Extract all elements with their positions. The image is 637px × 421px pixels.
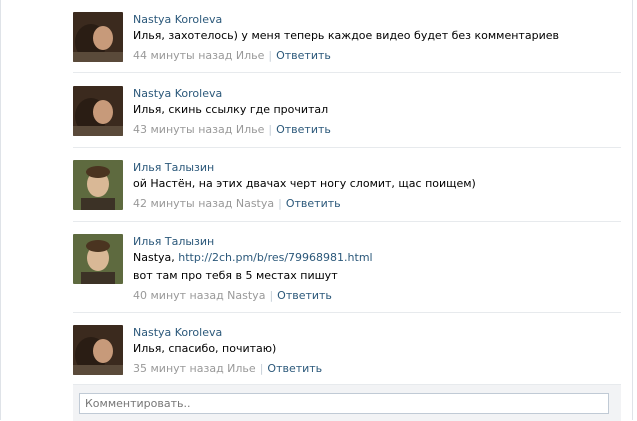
comment-author[interactable]: Nastya Koroleva <box>133 325 621 340</box>
comment-meta: 35 минут назад Илье | Ответить <box>133 361 621 377</box>
comment-author[interactable]: Илья Талызин <box>133 160 621 175</box>
reply-link[interactable]: Ответить <box>276 123 331 136</box>
divider <box>73 72 621 73</box>
comment-meta: 40 минут назад Nastya | Ответить <box>133 288 621 304</box>
comment-time[interactable]: 44 минуты назад Илье <box>133 49 264 62</box>
separator: | <box>269 289 274 302</box>
avatar[interactable] <box>73 234 123 284</box>
divider <box>73 147 621 148</box>
separator: | <box>278 197 282 210</box>
comment-text-prefix: Nastya, <box>133 251 179 264</box>
reply-link[interactable]: Ответить <box>267 362 322 375</box>
divider <box>73 312 621 313</box>
comment-meta: 42 минуты назад Nastya | Ответить <box>133 196 621 212</box>
comment-link[interactable]: http://2ch.pm/b/res/79968981.html <box>178 251 372 264</box>
comment-time[interactable]: 40 минут назад Nastya <box>133 289 265 302</box>
avatar[interactable] <box>73 325 123 375</box>
comment-text: Илья, скинь ссылку где прочитал <box>133 103 329 116</box>
avatar[interactable] <box>73 86 123 136</box>
comment-text: ой Настён, на этих двачах черт ногу слом… <box>133 177 476 190</box>
comment-meta: 43 минуты назад Илье | Ответить <box>133 122 621 138</box>
frame-border-right <box>632 0 633 420</box>
comment-author[interactable]: Илья Талызин <box>133 234 621 249</box>
comment-text-line2: вот там про тебя в 5 местах пишут <box>133 269 338 282</box>
comment-text: Илья, захотелось) у меня теперь каждое в… <box>133 29 559 42</box>
separator: | <box>268 49 273 62</box>
comment-author[interactable]: Nastya Koroleva <box>133 86 621 101</box>
avatar[interactable] <box>73 160 123 210</box>
comment-time[interactable]: 35 минут назад Илье <box>133 362 256 375</box>
frame-border-left <box>0 0 1 420</box>
reply-link[interactable]: Ответить <box>277 289 332 302</box>
reply-link[interactable]: Ответить <box>276 49 331 62</box>
comment-time[interactable]: 43 минуты назад Илье <box>133 123 264 136</box>
separator: | <box>259 362 264 375</box>
comment-meta: 44 минуты назад Илье | Ответить <box>133 48 621 64</box>
comment-time[interactable]: 42 минуты назад Nastya <box>133 197 274 210</box>
reply-link[interactable]: Ответить <box>286 197 341 210</box>
divider <box>73 221 621 222</box>
comment-text: Илья, спасибо, почитаю) <box>133 342 277 355</box>
comment-form: Комментировать.. <box>73 384 621 421</box>
separator: | <box>268 123 273 136</box>
comment-input[interactable]: Комментировать.. <box>79 393 609 414</box>
comment-author[interactable]: Nastya Koroleva <box>133 12 621 27</box>
comment-text: Nastya, http://2ch.pm/b/res/79968981.htm… <box>133 249 621 267</box>
avatar[interactable] <box>73 12 123 62</box>
